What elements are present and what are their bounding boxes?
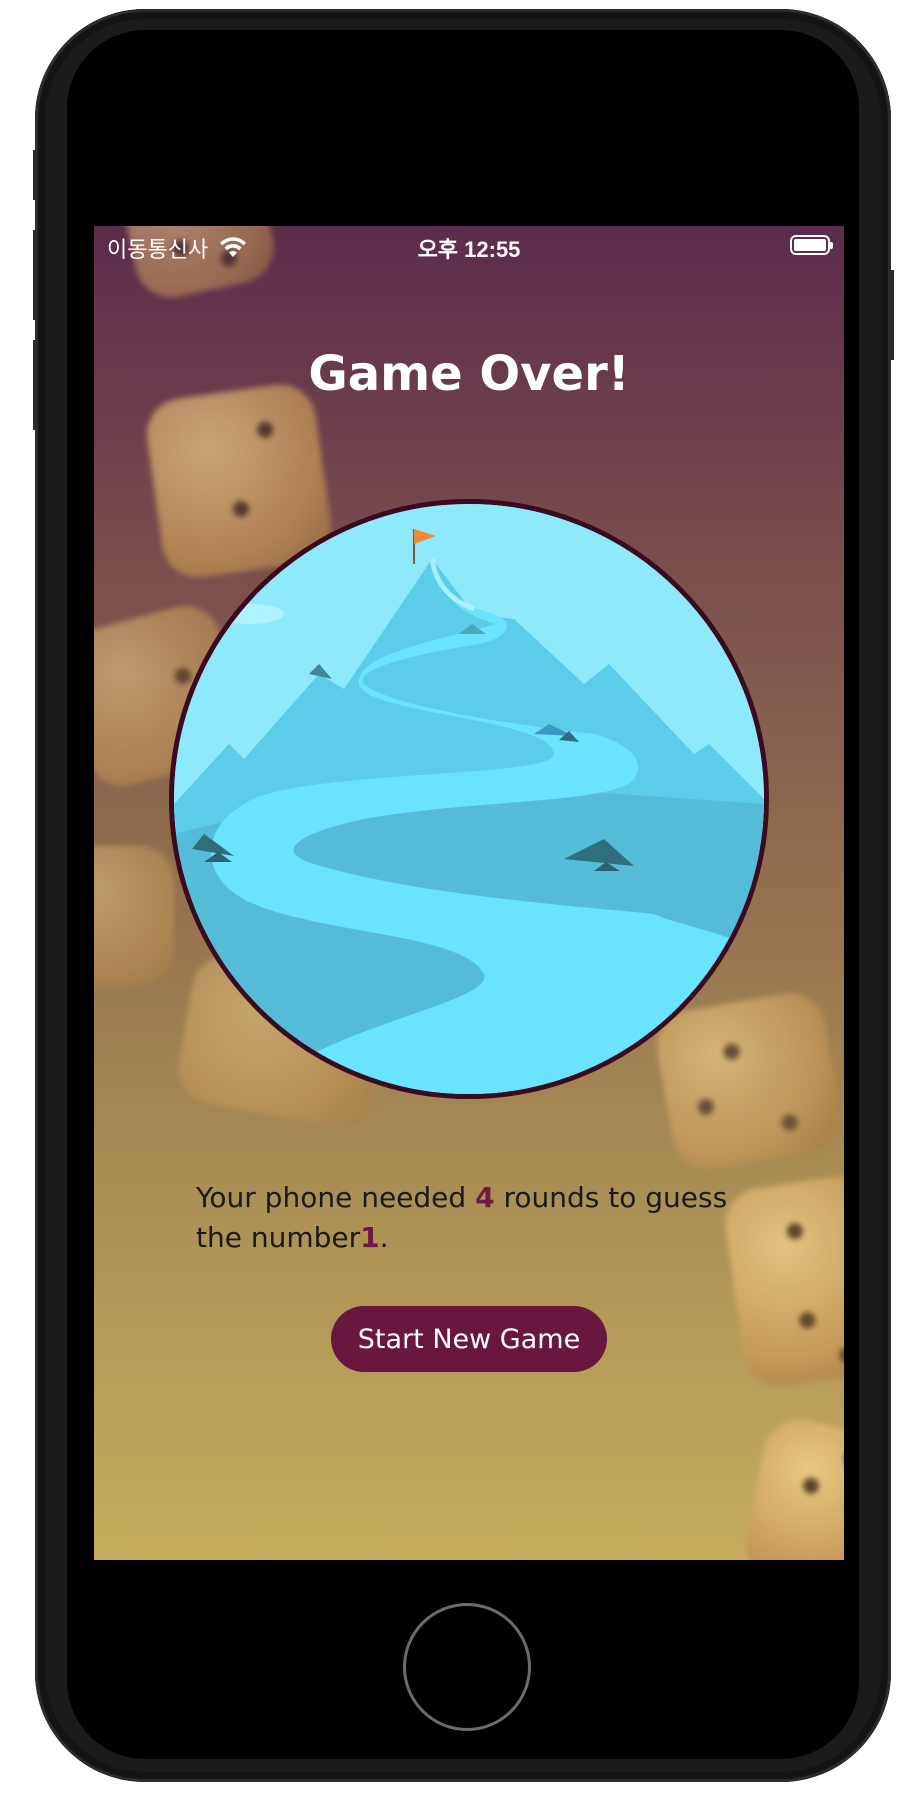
dice-decoration — [738, 1413, 844, 1560]
status-time: 오후 12:55 — [417, 237, 521, 262]
app-screen: 이동통신사 오후 12:55 Game Over! Your phone nee… — [94, 226, 844, 1560]
page-title: Game Over! — [308, 346, 630, 402]
dice-decoration — [94, 846, 174, 986]
game-summary-text: Your phone needed 4 rounds to guess the … — [196, 1178, 756, 1258]
rounds-count: 4 — [475, 1181, 495, 1214]
power-button — [889, 270, 894, 360]
volume-up-button — [33, 230, 38, 320]
status-bar: 이동통신사 오후 12:55 — [94, 226, 844, 266]
mute-switch — [33, 150, 38, 200]
volume-down-button — [33, 340, 38, 430]
summary-suffix: . — [379, 1221, 389, 1254]
target-number: 1 — [360, 1221, 380, 1254]
home-button[interactable] — [403, 1603, 531, 1731]
start-new-game-button[interactable]: Start New Game — [331, 1306, 607, 1372]
success-image — [169, 499, 769, 1099]
battery-icon — [790, 235, 833, 255]
mountain-summit-illustration — [174, 504, 764, 1094]
dice-decoration — [651, 987, 844, 1175]
summary-prefix: Your phone needed — [196, 1181, 476, 1214]
